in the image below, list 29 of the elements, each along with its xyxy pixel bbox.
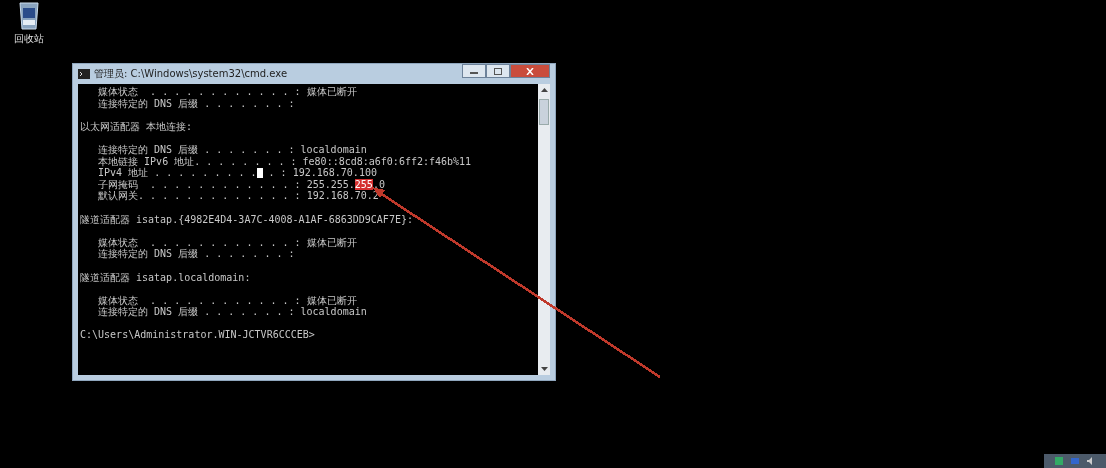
close-button[interactable] <box>510 64 550 78</box>
maximize-icon <box>494 67 502 75</box>
console-line: 媒体状态 . . . . . . . . . . . . : 媒体已断开 <box>97 236 357 249</box>
close-icon <box>526 67 534 75</box>
console-line: .0 <box>372 178 385 191</box>
window-title: 管理员: C:\Windows\system32\cmd.exe <box>94 67 289 81</box>
console-line: 默认网关. . . . . . . . . . . . . : 192.168.70.2 <box>97 190 379 202</box>
console-line: 隧道适配器 isatap.{4982E4D4-3A7C-4008-A1AF-6863DD9CAF7E}: <box>80 213 413 226</box>
console-line: 子网掩码 . . . . . . . . . . . . : 255.255. <box>97 178 355 191</box>
console-line: 媒体状态 . . . . . . . . . . . . : 媒体已断开 <box>97 294 357 307</box>
console-icon <box>78 69 90 79</box>
console-line: 连接特定的 DNS 后缀 . . . . . . . : <box>97 97 295 110</box>
console-line: 连接特定的 DNS 后缀 . . . . . . . : localdomain <box>97 306 367 318</box>
console-line: 本地链接 IPv6 地址. . . . . . . . : fe80::8cd8:a6f0:6ff2:f46b%11 <box>97 155 472 168</box>
text-cursor <box>256 167 263 178</box>
highlighted-text: 255 <box>354 178 373 191</box>
minimize-button[interactable] <box>462 64 486 78</box>
maximize-button[interactable] <box>486 64 510 78</box>
icon-label[interactable]: 回收站 <box>14 32 44 46</box>
console-line: 连接特定的 DNS 后缀 . . . . . . . : localdomain <box>97 143 367 156</box>
recycle-bin-icon[interactable] <box>17 0 41 30</box>
console-line: C:\Users\Administrator.WIN-JCTVR6CCCEB> <box>80 329 315 342</box>
console-line: 媒体状态 . . . . . . . . . . . . : 媒体已断开 <box>97 86 357 98</box>
console-line: 隧道适配器 isatap.localdomain: <box>80 271 251 284</box>
console-line: 连接特定的 DNS 后缀 . . . . . . . : <box>97 248 295 260</box>
console-line: . : 192.168.70.100 <box>267 167 377 179</box>
console-line: 以太网适配器 本地连接: <box>80 120 193 133</box>
console-line: IPv4 地址 . . . . . . . . . <box>97 167 257 179</box>
scroll-bar[interactable] <box>538 84 550 375</box>
